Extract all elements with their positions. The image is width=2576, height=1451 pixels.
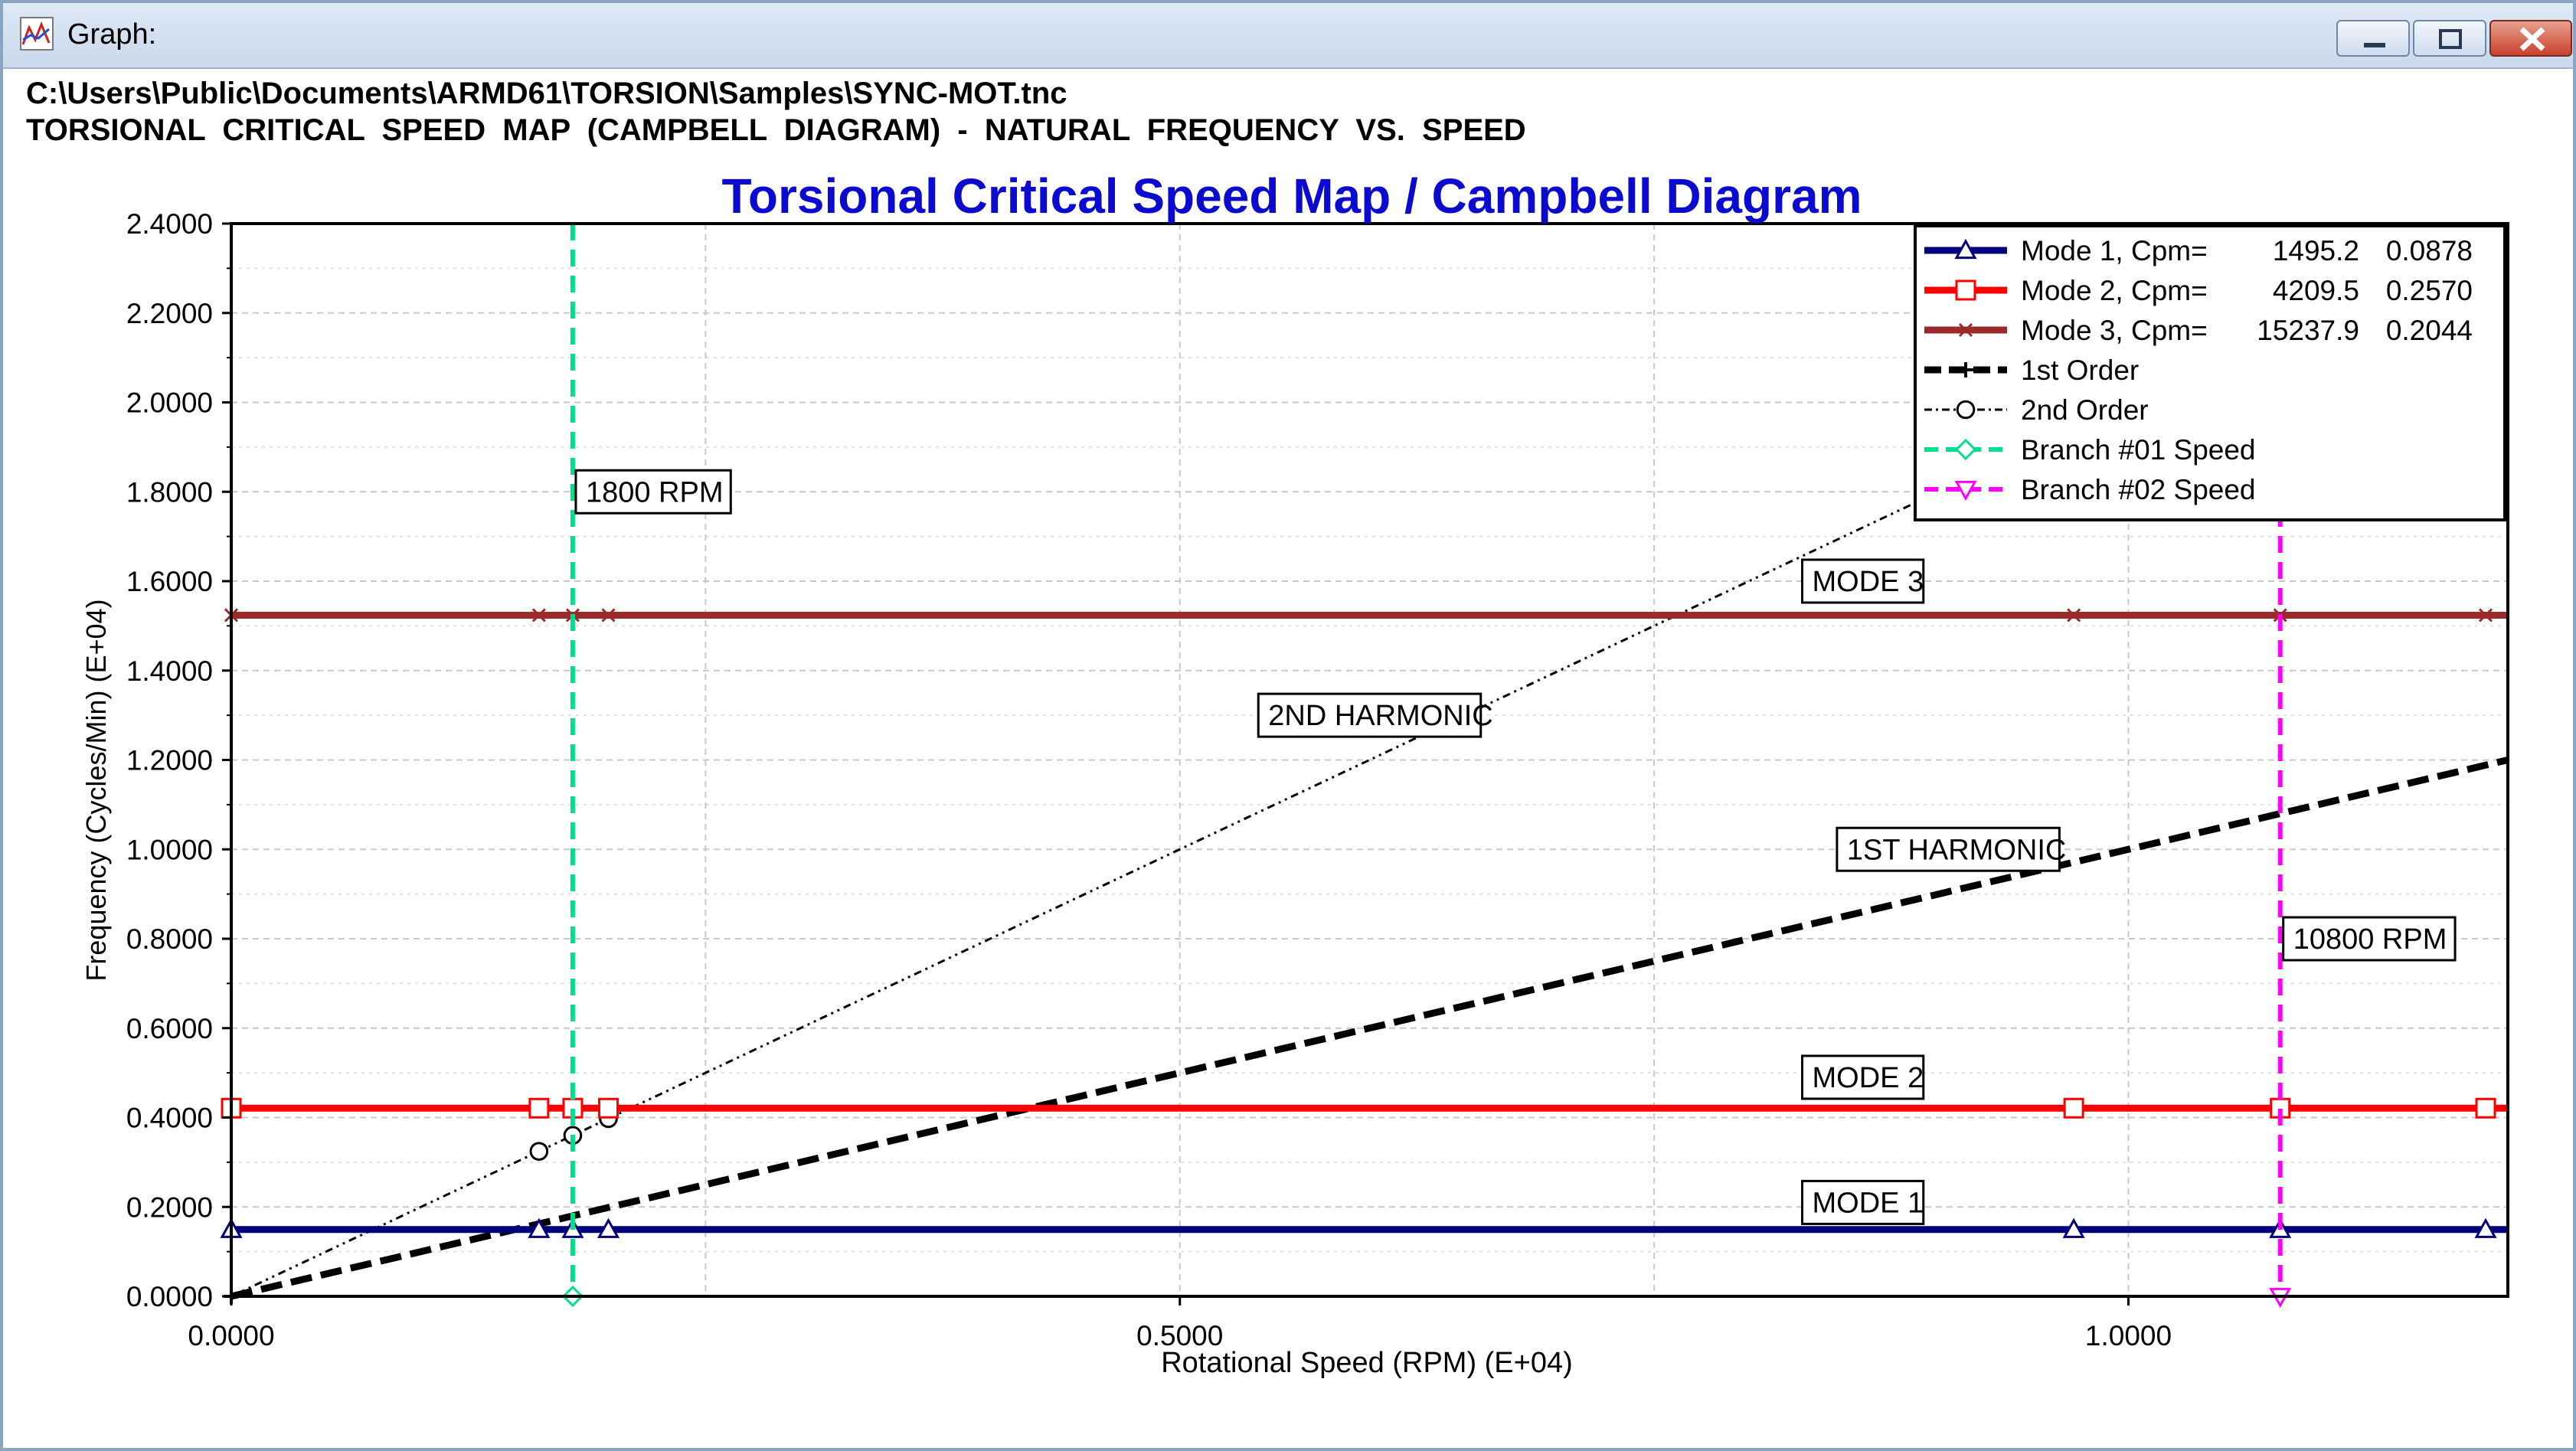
annotation-text: 10800 RPM: [2293, 923, 2447, 956]
y-tick-label: 1.6000: [126, 566, 213, 597]
annotation-label: MODE 2: [1801, 1054, 1925, 1100]
legend-label: Branch #02 Speed: [2021, 474, 2256, 505]
y-tick-label: 2.0000: [126, 387, 213, 419]
y-tick-label: 0.0000: [126, 1281, 213, 1312]
series-marker: [2475, 1097, 2496, 1119]
annotation-label: 2ND HARMONIC: [1257, 692, 1493, 738]
annotation-text: MODE 1: [1813, 1187, 1924, 1219]
annotation-label: MODE 1: [1801, 1179, 1925, 1225]
series-mode-3: [224, 608, 2508, 623]
series-marker: [2063, 1097, 2084, 1119]
legend-label: Branch #01 Speed: [2021, 434, 2256, 466]
series-mode-2: [221, 1097, 2508, 1119]
legend: Mode 1, Cpm= 1495.2 0.0878 Mode 2, Cpm= 4209…: [1914, 224, 2506, 521]
legend-label: Mode 3, Cpm=: [2021, 315, 2208, 346]
series-mode-1: [220, 1217, 2508, 1238]
annotation-text: MODE 3: [1813, 566, 1924, 598]
legend-cpm: 1495.2: [2273, 235, 2359, 266]
x-axis-label: Rotational Speed (RPM) (E+04): [1161, 1347, 1573, 1379]
y-tick-label: 0.4000: [126, 1103, 213, 1134]
legend-label: Mode 1, Cpm=: [2021, 235, 2208, 266]
legend-label: 1st Order: [2021, 355, 2139, 386]
y-tick-label: 0.8000: [126, 923, 213, 955]
y-tick-label: 1.4000: [126, 655, 213, 687]
annotation-text: 1800 RPM: [586, 476, 724, 508]
legend-label: 2nd Order: [2021, 394, 2149, 426]
y-tick-label: 1.8000: [126, 476, 213, 508]
legend-ratio: 0.2570: [2386, 275, 2473, 306]
x-tick-label: 1.0000: [2085, 1320, 2172, 1351]
series-marker: [528, 1097, 550, 1119]
series-1st-order: [224, 757, 2509, 1304]
series-marker: [1956, 400, 1976, 420]
x-tick-label: 0.0000: [188, 1320, 274, 1351]
annotation-label: MODE 3: [1801, 558, 1925, 604]
y-tick-label: 1.0000: [126, 834, 213, 865]
legend-ratio: 0.2044: [2386, 315, 2473, 346]
y-tick-label: 2.2000: [126, 298, 213, 329]
y-tick-label: 0.6000: [126, 1013, 213, 1044]
annotation-text: 1ST HARMONIC: [1847, 834, 2066, 866]
legend-cpm: 15237.9: [2257, 315, 2359, 346]
annotation-label: 10800 RPM: [2282, 916, 2457, 962]
y-tick-label: 2.4000: [126, 208, 213, 240]
annotation-text: 2ND HARMONIC: [1268, 700, 1492, 732]
series-marker: [1955, 279, 1976, 301]
annotation-text: MODE 2: [1813, 1062, 1924, 1094]
annotation-label: 1ST HARMONIC: [1836, 826, 2066, 872]
legend-cpm: 4209.5: [2273, 275, 2359, 306]
series-branch-01-speed: [561, 224, 584, 1308]
y-tick-label: 1.2000: [126, 745, 213, 776]
annotation-label: 1800 RPM: [574, 469, 732, 515]
y-axis-label: Frequency (Cycles/Min) (E+04): [80, 599, 112, 981]
series-marker: [598, 1097, 619, 1119]
series-marker: [529, 1142, 549, 1161]
legend-label: Mode 2, Cpm=: [2021, 275, 2208, 306]
legend-ratio: 0.0878: [2386, 235, 2473, 266]
y-tick-label: 0.2000: [126, 1191, 213, 1223]
chart-title: Torsional Critical Speed Map / Campbell …: [722, 168, 1862, 224]
campbell-chart: 0.0000 0.2000 0.4000 0.6000 0.8000 1.0000 1.20…: [80, 168, 2509, 1379]
